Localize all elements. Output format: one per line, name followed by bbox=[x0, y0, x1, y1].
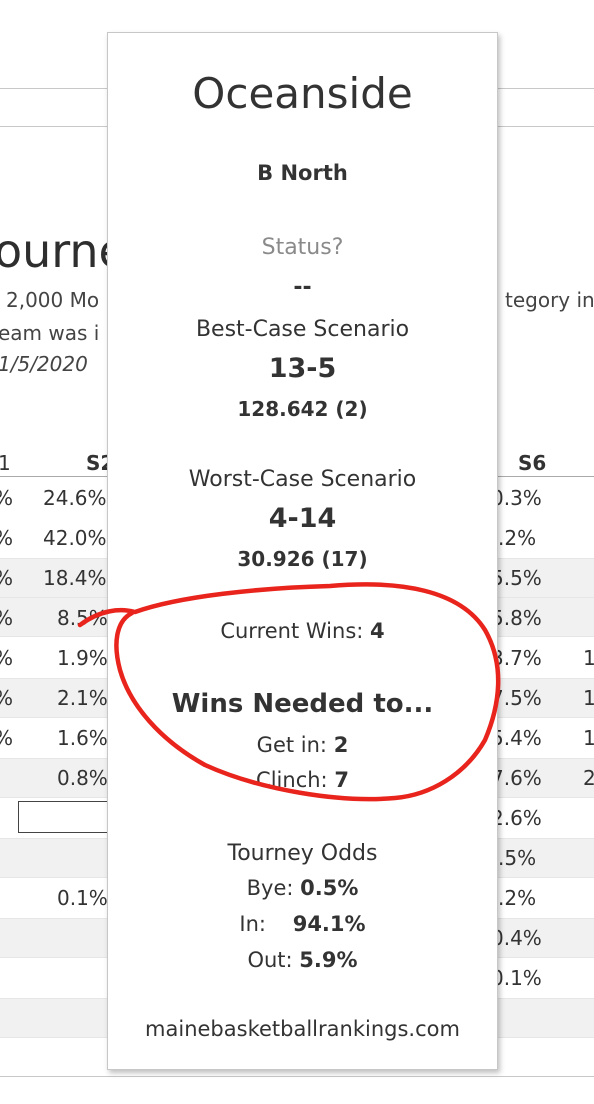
website-footer: mainebasketballrankings.com bbox=[145, 1017, 460, 1041]
table-cell: 18.4% bbox=[43, 566, 107, 590]
table-cell: % bbox=[0, 686, 13, 710]
table-cell: .2% bbox=[498, 526, 537, 550]
worst-case-record: 4-14 bbox=[268, 503, 337, 534]
table-cell: .2% bbox=[498, 886, 537, 910]
table-cell: 1 bbox=[583, 646, 594, 670]
clinch-row: Clinch: 7 bbox=[108, 768, 497, 792]
status-label: Status? bbox=[261, 235, 344, 260]
table-cell: 5.4% bbox=[491, 726, 542, 750]
column-header-s6[interactable]: S6 bbox=[518, 451, 546, 475]
table-cell: .5% bbox=[498, 846, 537, 870]
background-description: tegory in bbox=[505, 288, 594, 312]
table-cell: 1 bbox=[583, 686, 594, 710]
status-value: -- bbox=[293, 275, 312, 300]
table-cell: 3.7% bbox=[491, 646, 542, 670]
worst-case-label: Worst-Case Scenario bbox=[188, 467, 417, 492]
table-cell: 0.3% bbox=[491, 486, 542, 510]
team-name: Oceanside bbox=[192, 69, 413, 118]
table-cell: 1 bbox=[583, 726, 594, 750]
bye-odds-row: Bye: 0.5% bbox=[108, 876, 497, 900]
bye-label: Bye: bbox=[246, 876, 294, 900]
out-odds-row: Out: 5.9% bbox=[108, 948, 497, 972]
background-date: 1/5/2020 bbox=[0, 352, 88, 376]
table-cell: 5.5% bbox=[491, 566, 542, 590]
best-case-label: Best-Case Scenario bbox=[195, 317, 410, 342]
table-cell: 7.6% bbox=[491, 766, 542, 790]
table-cell: 8.5% bbox=[57, 606, 108, 630]
get-in-row: Get in: 2 bbox=[108, 733, 497, 757]
in-odds-row: In: 94.1% bbox=[108, 912, 497, 936]
tourney-odds-title: Tourney Odds bbox=[227, 841, 378, 866]
table-cell: 1.6% bbox=[57, 726, 108, 750]
table-cell: 0.1% bbox=[491, 966, 542, 990]
bye-value: 0.5% bbox=[300, 876, 359, 900]
table-cell: % bbox=[0, 566, 13, 590]
divider bbox=[0, 1076, 594, 1077]
in-label: In: bbox=[239, 912, 266, 936]
table-cell: % bbox=[0, 646, 13, 670]
clinch-label: Clinch: bbox=[256, 768, 328, 792]
table-cell: 2 bbox=[583, 766, 594, 790]
team-tooltip-card: Oceanside B North Status? -- Best-Case S… bbox=[107, 32, 498, 1070]
best-case-record: 13-5 bbox=[268, 353, 337, 384]
table-cell: % bbox=[0, 726, 13, 750]
wins-needed-title: Wins Needed to... bbox=[171, 689, 434, 719]
get-in-value: 2 bbox=[333, 733, 349, 757]
background-description: eam was i bbox=[0, 321, 100, 345]
table-cell: 5.8% bbox=[491, 606, 542, 630]
table-cell: 0.8% bbox=[57, 766, 108, 790]
table-cell: 7.5% bbox=[491, 686, 542, 710]
background-description: 2,000 Mo bbox=[6, 288, 100, 312]
table-cell: % bbox=[0, 526, 13, 550]
table-cell: % bbox=[0, 486, 13, 510]
worst-case-score: 30.926 (17) bbox=[237, 547, 368, 571]
conference-name: B North bbox=[257, 161, 348, 185]
table-cell: 2.6% bbox=[491, 806, 542, 830]
table-cell: 0.1% bbox=[57, 886, 108, 910]
table-cell: 1.9% bbox=[57, 646, 108, 670]
in-value: 94.1% bbox=[292, 912, 366, 936]
table-cell: 24.6% bbox=[43, 486, 107, 510]
table-cell: % bbox=[0, 606, 13, 630]
current-wins-value: 4 bbox=[370, 619, 385, 643]
column-header[interactable]: 1 bbox=[0, 451, 11, 475]
current-wins-label: Current Wins: bbox=[220, 619, 364, 643]
table-cell: 42.0% bbox=[43, 526, 107, 550]
best-case-score: 128.642 (2) bbox=[237, 397, 368, 421]
table-cell: 2.1% bbox=[57, 686, 108, 710]
out-value: 5.9% bbox=[299, 948, 358, 972]
get-in-label: Get in: bbox=[256, 733, 327, 757]
filter-input-box[interactable] bbox=[18, 801, 120, 833]
clinch-value: 7 bbox=[334, 768, 349, 792]
out-label: Out: bbox=[247, 948, 293, 972]
current-wins: Current Wins: 4 bbox=[108, 619, 497, 643]
table-cell: 0.4% bbox=[491, 926, 542, 950]
